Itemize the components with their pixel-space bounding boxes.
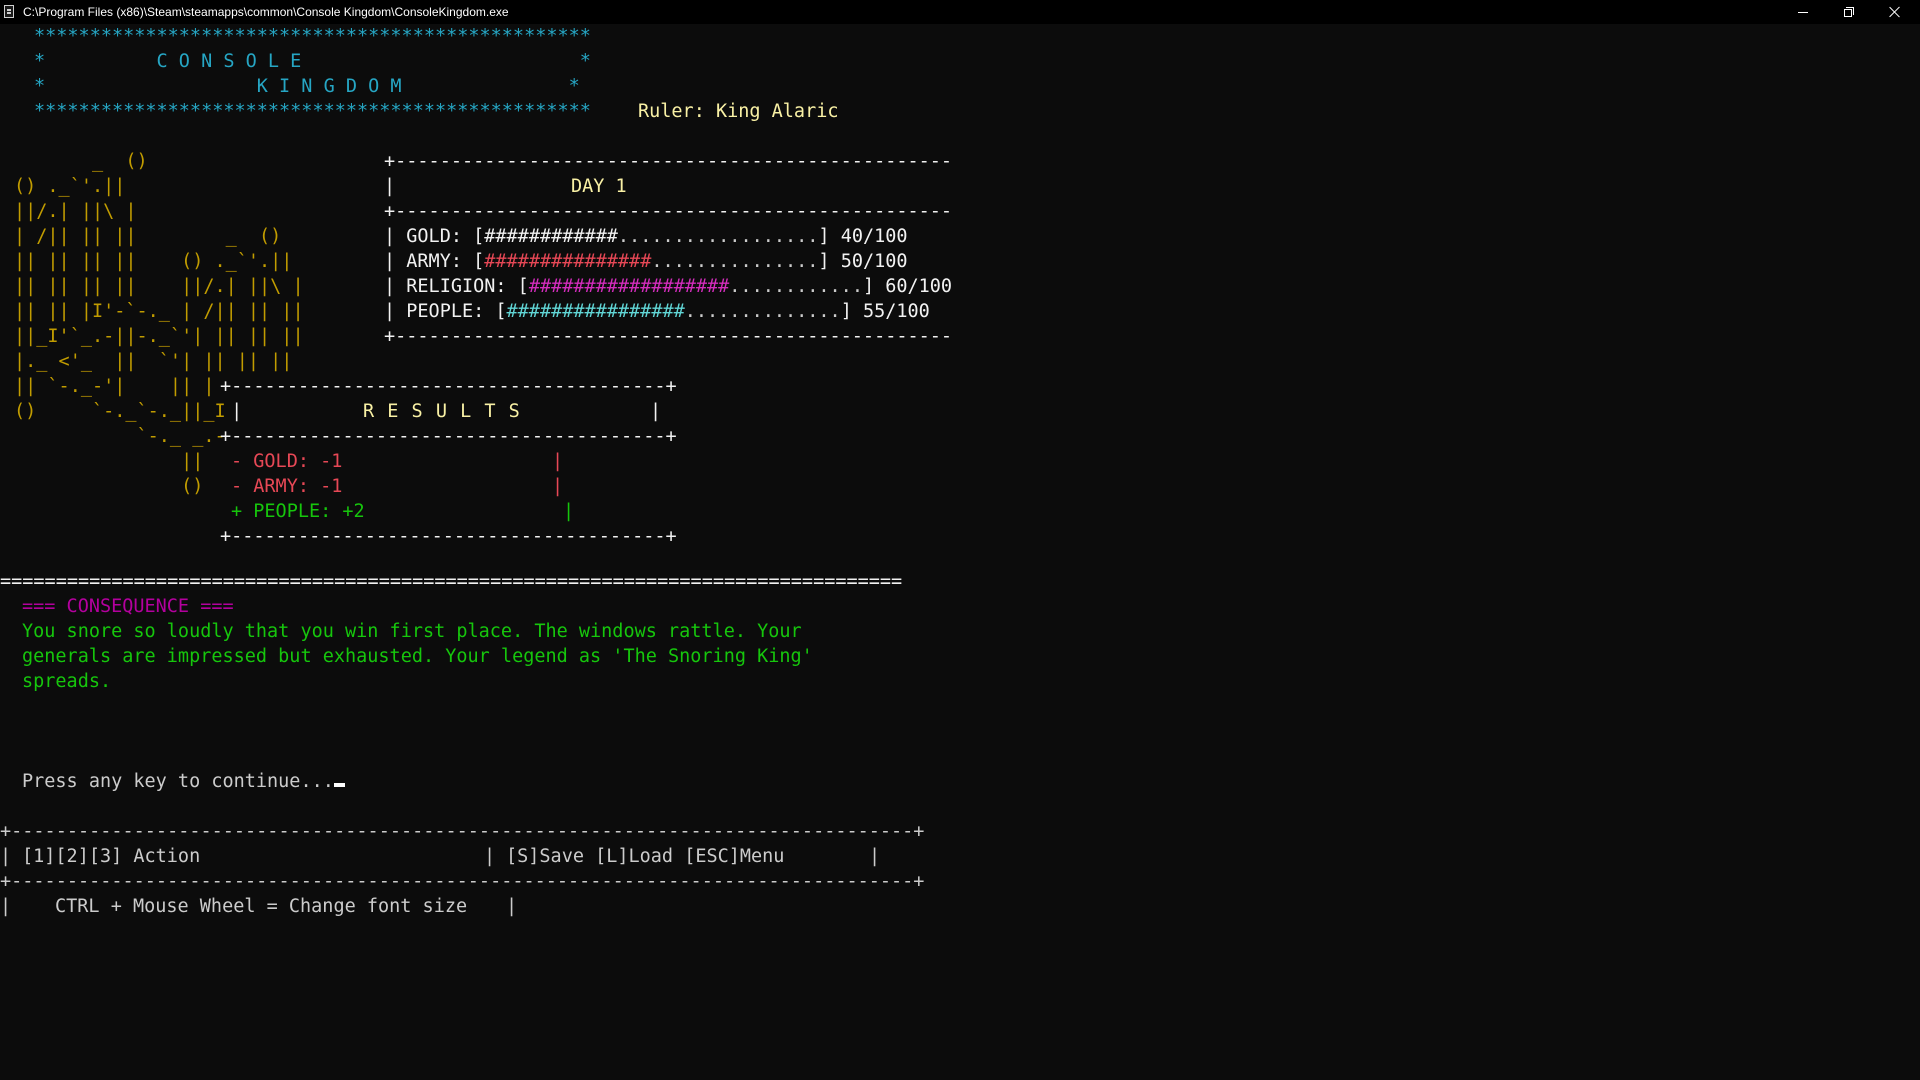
status-border-top: +---------------------------------------… [384, 151, 953, 172]
stat-bar-empty-army: ............... [651, 251, 819, 272]
console-window[interactable]: ****************************************… [0, 24, 1920, 1080]
consequence-text-line: You snore so loudly that you win first p… [22, 621, 802, 642]
footer-border-top: +---------------------------------------… [0, 821, 925, 842]
castle-art-line: _ () [14, 151, 148, 172]
results-border-mid: +---------------------------------------… [220, 426, 677, 447]
stat-row-army: | ARMY: [###############...............]… [384, 251, 908, 272]
restore-icon [1844, 7, 1854, 17]
action-keys-hint: [1][2][3] Action [22, 846, 201, 867]
stat-bar-fill-religion: ################## [528, 276, 730, 297]
results-left-edge: | [220, 401, 243, 422]
footer-right-edge: | [869, 846, 881, 867]
hint-left-edge: | [0, 896, 12, 917]
stat-label-people: PEOPLE: [406, 301, 485, 322]
minimize-button[interactable] [1780, 0, 1826, 24]
result-item-army: - ARMY: -1 [231, 476, 343, 497]
castle-art-line: | /|| || || _ () [14, 226, 282, 247]
status-border-mid: +---------------------------------------… [384, 201, 953, 222]
result-item-people: + PEOPLE: +2 [231, 501, 365, 522]
stat-value-people: 55/100 [862, 301, 930, 322]
footer-left-edge: | [0, 846, 12, 867]
stat-bar-empty-people: .............. [684, 301, 841, 322]
result-item-gold: - GOLD: -1 [231, 451, 343, 472]
stat-value-religion: 60/100 [885, 276, 953, 297]
save-load-menu-hint: [S]Save [L]Load [ESC]Menu [506, 846, 785, 867]
console-app-icon [4, 5, 14, 18]
restore-button[interactable] [1826, 0, 1872, 24]
consequence-heading: === CONSEQUENCE === [22, 596, 234, 617]
castle-art-line: () `-._`-._||_I [14, 401, 226, 422]
castle-art-line: |._ <'_ || `'| || || || [14, 351, 293, 372]
castle-art-line: `-._ _.- [14, 426, 226, 447]
banner-line-kingdom: * K I N G D O M * [34, 76, 580, 97]
result-bar-army: | [552, 476, 564, 497]
banner-border-top: ****************************************… [34, 26, 591, 47]
continue-prompt-text: Press any key to continue... [22, 771, 334, 792]
castle-art-line: || [14, 451, 204, 472]
continue-prompt[interactable]: Press any key to continue... [22, 769, 345, 794]
ruler-label: Ruler: King Alaric [638, 101, 839, 122]
castle-art-line: ||/.| ||\ | [14, 201, 137, 222]
window-titlebar[interactable]: C:\Program Files (x86)\Steam\steamapps\c… [0, 0, 1920, 24]
results-border-bottom: +---------------------------------------… [220, 526, 677, 547]
results-right-edge: | [650, 401, 662, 422]
castle-art-line: || || || || () ._`'.|| [14, 251, 293, 272]
consequence-text-line: spreads. [22, 671, 112, 692]
minimize-icon [1798, 11, 1808, 13]
section-separator: ========================================… [0, 571, 903, 592]
banner-line-console: * C O N S O L E * [34, 51, 591, 72]
font-size-hint: CTRL + Mouse Wheel = Change font size [55, 896, 468, 917]
stat-label-army: ARMY: [406, 251, 462, 272]
stat-bar-fill-army: ############### [484, 251, 652, 272]
stat-bar-empty-gold: .................. [617, 226, 819, 247]
stat-bar-fill-gold: ############ [484, 226, 618, 247]
stat-row-religion: | RELIGION: [##################.........… [384, 276, 953, 297]
results-title: R E S U L T S [363, 401, 521, 422]
stat-bar-fill-people: ################ [506, 301, 685, 322]
footer-border-mid: +---------------------------------------… [0, 871, 925, 892]
footer-divider: | [484, 846, 496, 867]
consequence-text-line: generals are impressed but exhausted. Yo… [22, 646, 813, 667]
close-icon [1889, 6, 1901, 18]
castle-art-line: () [14, 476, 204, 497]
status-left-edge: | [384, 176, 396, 197]
castle-art-line: ||_I'`_.-||-._`'| || || || [14, 326, 304, 347]
text-cursor [333, 783, 345, 787]
hint-right-edge: | [506, 896, 518, 917]
close-button[interactable] [1872, 0, 1918, 24]
stat-label-religion: RELIGION: [406, 276, 507, 297]
castle-art-line: || || || || ||/.| ||\ | [14, 276, 304, 297]
result-bar-people: | [563, 501, 575, 522]
day-label: DAY 1 [571, 176, 627, 197]
castle-art-line: || `-._-'| || | [14, 376, 215, 397]
result-bar-gold: | [552, 451, 564, 472]
stat-row-people: | PEOPLE: [################.............… [384, 301, 930, 322]
stat-bar-empty-religion: ............ [729, 276, 863, 297]
stat-value-army: 50/100 [840, 251, 908, 272]
status-border-bottom: +---------------------------------------… [384, 326, 953, 347]
banner-border-bottom: ****************************************… [34, 101, 591, 122]
stat-label-gold: GOLD: [406, 226, 462, 247]
window-title: C:\Program Files (x86)\Steam\steamapps\c… [23, 5, 509, 19]
castle-art-line: || || |I'-`-._ | /|| || || [14, 301, 304, 322]
stat-row-gold: | GOLD: [############..................]… [384, 226, 908, 247]
stat-value-gold: 40/100 [840, 226, 908, 247]
results-border-top: +---------------------------------------… [220, 376, 677, 397]
castle-art-line: () ._`'.|| [14, 176, 126, 197]
